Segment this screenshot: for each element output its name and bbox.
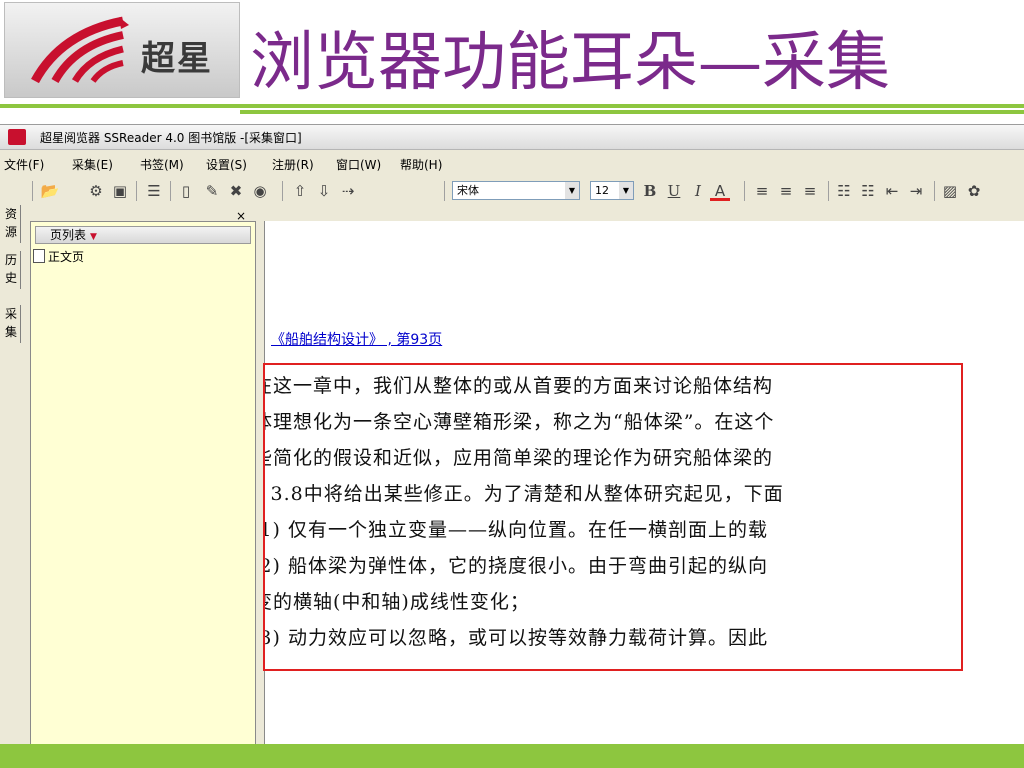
toolbar-separator <box>444 181 445 201</box>
properties-icon[interactable]: ⚙ <box>86 181 106 201</box>
align-center-icon[interactable]: ≡ <box>776 181 796 201</box>
indent-icon[interactable]: ⇥ <box>906 181 926 201</box>
menu-file[interactable]: 文件(F) <box>4 156 44 173</box>
bold-button[interactable]: B <box>640 181 660 201</box>
text-line: 在这一章中，我们从整体的或从首要的方面来讨论船体结构 <box>263 375 774 397</box>
toolbar-separator <box>170 181 171 201</box>
italic-button[interactable]: I <box>688 181 708 201</box>
list-view-icon[interactable]: ☰ <box>144 181 164 201</box>
menu-settings[interactable]: 设置(S) <box>206 156 247 173</box>
new-item-icon[interactable]: ✎ <box>202 181 222 201</box>
text-line: 体理想化为一条空心薄壁箱形梁，称之为“船体梁”。在这个 <box>263 411 775 433</box>
toolbar-separator <box>828 181 829 201</box>
toolbar-separator <box>744 181 745 201</box>
text-line: 些简化的假设和近似，应用简单梁的理论作为研究船体梁的 <box>263 447 774 469</box>
down-arrow-icon[interactable]: ⇩ <box>314 181 334 201</box>
menu-register[interactable]: 注册(R) <box>272 156 314 173</box>
menu-bar: 文件(F) 采集(E) 书签(M) 设置(S) 注册(R) 窗口(W) 帮助(H… <box>0 153 1024 173</box>
toolbar-separator <box>32 181 33 201</box>
list-item[interactable]: 正文页 <box>33 248 84 265</box>
title-bar: 超星阅览器 SSReader 4.0 图书馆版 -[采集窗口] <box>0 125 1024 150</box>
app-window: 超星阅览器 SSReader 4.0 图书馆版 -[采集窗口] 文件(F) 采集… <box>0 124 1024 745</box>
pages-panel: 页列表 ▼ 正文页 <box>30 221 256 745</box>
text-line: § 3.8中将给出某些修正。为了清楚和从整体研究起见，下面 <box>263 483 784 505</box>
underline-button[interactable]: U <box>664 181 684 201</box>
image-icon[interactable]: ▨ <box>940 181 960 201</box>
chevron-down-icon[interactable]: ▼ <box>619 182 633 199</box>
toolbar-separator <box>934 181 935 201</box>
menu-collect[interactable]: 采集(E) <box>72 156 113 173</box>
delete-icon[interactable]: ✖ <box>226 181 246 201</box>
collected-text-image: 在这一章中，我们从整体的或从首要的方面来讨论船体结构 体理想化为一条空心薄壁箱形… <box>263 363 963 671</box>
tab-collect[interactable]: 采集 <box>2 305 21 343</box>
text-line: 变的横轴(中和轴)成线性变化； <box>263 591 530 613</box>
up-arrow-icon[interactable]: ⇧ <box>290 181 310 201</box>
app-icon <box>8 129 26 145</box>
text-line: (3) 动力效应可以忽略，或可以按等效静力载荷计算。因此 <box>263 627 768 649</box>
link-icon[interactable]: ⇢ <box>338 181 358 201</box>
font-select[interactable]: 宋体 ▼ <box>452 181 580 200</box>
save-icon[interactable]: ▣ <box>110 181 130 201</box>
chaoxing-logo-icon <box>31 16 129 84</box>
toolbar: 📂 ⚙ ▣ ☰ ▯ ✎ ✖ ◉ ⇧ ⇩ ⇢ 宋体 ▼ 12 ▼ B U I A … <box>20 177 1024 205</box>
open-folder-icon[interactable]: 📂 <box>40 181 60 201</box>
slide-header: 超星 浏览器功能耳朵—采集 <box>0 0 1024 118</box>
align-right-icon[interactable]: ≡ <box>800 181 820 201</box>
font-size-select[interactable]: 12 ▼ <box>590 181 634 200</box>
page-item-label: 正文页 <box>48 250 85 264</box>
menu-window[interactable]: 窗口(W) <box>336 156 381 173</box>
pages-list-dropdown[interactable]: 页列表 ▼ <box>35 226 251 244</box>
logo: 超星 <box>4 2 240 98</box>
text-line: (1) 仅有一个独立变量——纵向位置。在任一横剖面上的载 <box>263 519 768 541</box>
new-page-icon[interactable]: ▯ <box>176 181 196 201</box>
page-icon <box>33 249 45 263</box>
window-title: 超星阅览器 SSReader 4.0 图书馆版 -[采集窗口] <box>40 131 302 145</box>
chevron-down-icon: ▼ <box>90 232 97 242</box>
chevron-down-icon[interactable]: ▼ <box>565 182 579 199</box>
header-divider <box>0 104 1024 108</box>
tab-resources[interactable]: 资源 <box>2 205 21 243</box>
side-tabs: 资源 历史 采集 <box>0 201 22 745</box>
slide-title: 浏览器功能耳朵—采集 <box>250 26 890 100</box>
font-select-value: 宋体 <box>457 184 479 197</box>
align-left-icon[interactable]: ≡ <box>752 181 772 201</box>
book-page-link[interactable]: 《船舶结构设计》 , 第93页 <box>271 329 442 349</box>
toolbar-separator <box>136 181 137 201</box>
text-line: (2) 船体梁为弹性体，它的挠度很小。由于弯曲引起的纵向 <box>263 555 768 577</box>
logo-text: 超星 <box>141 39 213 79</box>
font-size-value: 12 <box>595 184 609 197</box>
header-underline <box>240 110 1024 114</box>
collect-content-area[interactable]: 《船舶结构设计》 , 第93页 在这一章中，我们从整体的或从首要的方面来讨论船体… <box>263 221 1024 745</box>
pages-dropdown-label: 页列表 <box>50 228 87 242</box>
font-color-button[interactable]: A <box>710 181 730 201</box>
slide-footer-bar <box>0 744 1024 768</box>
numbered-list-icon[interactable]: ☷ <box>834 181 854 201</box>
outdent-icon[interactable]: ⇤ <box>882 181 902 201</box>
menu-bookmark[interactable]: 书签(M) <box>140 156 184 173</box>
menu-help[interactable]: 帮助(H) <box>400 156 442 173</box>
bullet-list-icon[interactable]: ☷ <box>858 181 878 201</box>
toolbar-separator <box>282 181 283 201</box>
plugin-icon[interactable]: ✿ <box>964 181 984 201</box>
browser-icon[interactable]: ◉ <box>250 181 270 201</box>
tab-history[interactable]: 历史 <box>2 251 21 289</box>
